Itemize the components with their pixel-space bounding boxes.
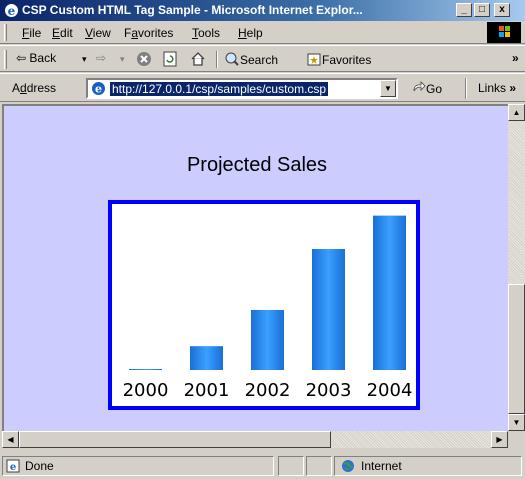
window-title: CSP Custom HTML Tag Sample - Microsoft I…: [22, 3, 363, 17]
go-label: Go: [426, 82, 443, 96]
close-button[interactable]: x: [494, 3, 510, 17]
links-label: Links: [478, 81, 507, 95]
back-button[interactable]: ⇦ Back: [16, 51, 56, 65]
bar-2000: [129, 369, 162, 370]
menu-view-accel: V: [85, 26, 93, 40]
menu-edit-label: dit: [60, 26, 73, 40]
windows-logo-icon: [487, 22, 521, 43]
status-cell-2: [278, 456, 304, 476]
address-label-accel: d: [20, 81, 27, 95]
sales-chart: 2000 2001 2002 2003 2004: [108, 200, 420, 410]
menu-file-label: ile: [29, 26, 42, 40]
status-zone: Internet: [361, 459, 402, 473]
ie-logo-icon: e: [4, 3, 19, 18]
menu-view[interactable]: View: [85, 26, 111, 40]
menu-help-accel: H: [238, 26, 247, 40]
x-tick-label-2000: 2000: [123, 380, 169, 401]
links-chevron: »: [509, 81, 517, 95]
favorites-icon: [306, 51, 322, 70]
address-field[interactable]: e http://127.0.0.1/csp/samples/custom.cs…: [86, 78, 398, 99]
vertical-scroll-thumb[interactable]: [508, 284, 525, 414]
address-label: Address: [12, 81, 56, 95]
standard-toolbar: ⇦ Back ▾ ⇨ ▾ Search Favorites »: [0, 45, 525, 72]
x-tick-label-2001: 2001: [184, 380, 230, 401]
x-tick-label-2004: 2004: [367, 380, 413, 401]
status-bar: e Done Internet: [0, 453, 525, 479]
title-bar[interactable]: e CSP Custom HTML Tag Sample - Microsoft…: [0, 0, 525, 21]
bar-2003: [312, 248, 345, 370]
toolbar-grip[interactable]: [4, 50, 7, 69]
address-label-pre: A: [12, 81, 21, 95]
status-main-cell: e Done: [2, 456, 274, 476]
forward-dropdown-button[interactable]: ▾: [120, 54, 125, 65]
scroll-left-icon[interactable]: ◀: [2, 431, 19, 448]
horizontal-scroll-thumb[interactable]: [19, 431, 331, 448]
menu-edit[interactable]: Edit: [52, 26, 73, 40]
page-heading: Projected Sales: [186, 154, 328, 176]
globe-icon: [341, 459, 355, 476]
scroll-down-icon[interactable]: ▼: [508, 414, 525, 431]
menu-view-label: iew: [92, 26, 111, 40]
scrollbar-corner: [508, 431, 525, 448]
scroll-up-icon[interactable]: ▲: [508, 104, 525, 121]
menu-tools-label: ools: [198, 26, 221, 40]
svg-text:e: e: [8, 4, 16, 18]
horizontal-scrollbar[interactable]: ◀ ▶: [2, 431, 508, 448]
page-content: Projected Sales 2000 2001 2002 2003 2004: [2, 104, 508, 431]
status-zone-cell: Internet: [334, 456, 522, 476]
x-tick-label-2002: 2002: [245, 380, 291, 401]
menu-grip[interactable]: [4, 24, 7, 41]
stop-icon[interactable]: [136, 51, 152, 70]
links-button[interactable]: Links »: [478, 81, 516, 95]
bar-2004: [373, 215, 406, 370]
toolbar-separator: [216, 51, 218, 68]
menu-file[interactable]: File: [22, 26, 41, 40]
address-url[interactable]: http://127.0.0.1/csp/samples/custom.csp: [110, 82, 329, 96]
search-label: Search: [240, 53, 279, 67]
address-bar: Address e http://127.0.0.1/csp/samples/c…: [0, 73, 525, 102]
favorites-button[interactable]: Favorites: [306, 51, 371, 70]
browser-window: e CSP Custom HTML Tag Sample - Microsoft…: [0, 0, 525, 479]
status-cell-3: [306, 456, 332, 476]
menu-help-label: elp: [246, 26, 263, 40]
svg-text:e: e: [95, 83, 102, 96]
go-arrow-icon: [412, 81, 426, 98]
favorites-label: Favorites: [322, 53, 372, 67]
address-label-rest: dress: [26, 81, 57, 95]
x-tick-label-2003: 2003: [306, 380, 352, 401]
forward-button[interactable]: ⇨: [96, 51, 106, 65]
search-button[interactable]: Search: [224, 51, 278, 70]
page-icon: e: [91, 81, 106, 99]
menu-help[interactable]: Help: [238, 26, 263, 40]
menu-favorites[interactable]: Favorites: [124, 26, 173, 40]
menu-bar: File Edit View Favorites Tools Help: [0, 21, 525, 44]
refresh-icon[interactable]: [162, 51, 178, 70]
menu-tools[interactable]: Tools: [192, 26, 220, 40]
minimize-button[interactable]: _: [456, 3, 472, 17]
menu-edit-accel: E: [52, 26, 61, 40]
home-icon[interactable]: [190, 51, 206, 70]
menu-favorites-label: vorites: [138, 26, 174, 40]
address-dropdown-icon[interactable]: ▼: [380, 80, 396, 97]
back-dropdown-button[interactable]: ▾: [82, 54, 87, 65]
sales-chart-svg: 2000 2001 2002 2003 2004: [123, 215, 413, 401]
back-label: ⇦ Back: [16, 51, 57, 65]
toolbar-overflow-chevron[interactable]: »: [512, 51, 519, 65]
status-page-icon: e: [6, 459, 20, 476]
svg-text:e: e: [10, 462, 16, 473]
links-separator: [465, 78, 467, 99]
bar-2001: [190, 346, 223, 370]
go-button[interactable]: Go: [412, 81, 442, 98]
maximize-button[interactable]: □: [474, 3, 490, 17]
search-icon: [224, 51, 240, 70]
status-text: Done: [25, 459, 54, 473]
vertical-scrollbar[interactable]: ▲ ▼: [508, 104, 525, 431]
scroll-right-icon[interactable]: ▶: [491, 431, 508, 448]
bar-2002: [251, 309, 284, 370]
